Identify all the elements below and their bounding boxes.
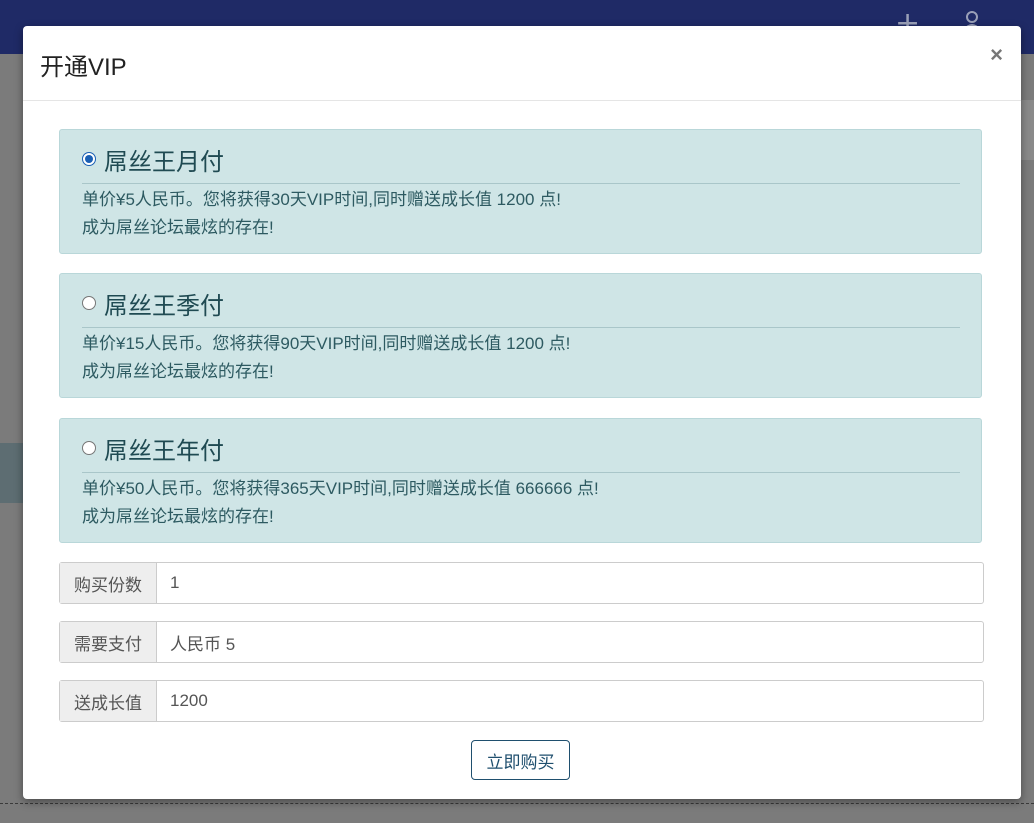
plan-price-line: 单价¥15人民币。您将获得90天VIP时间,同时赠送成长值 1200 点! bbox=[82, 334, 571, 353]
plan-divider bbox=[82, 472, 960, 473]
modal-header: 开通VIP × bbox=[23, 26, 1021, 101]
plan-description: 单价¥50人民币。您将获得365天VIP时间,同时赠送成长值 666666 点!… bbox=[82, 475, 599, 531]
radio-unchecked-icon[interactable] bbox=[82, 296, 96, 310]
background-panel-edge bbox=[1021, 100, 1034, 160]
quantity-label: 购买份数 bbox=[60, 563, 157, 603]
payment-field: 需要支付 bbox=[59, 621, 984, 663]
plan-name: 屌丝王月付 bbox=[104, 149, 224, 176]
growth-input[interactable] bbox=[157, 681, 983, 721]
vip-modal: 开通VIP × 屌丝王月付 单价¥5人民币。您将获得30天VIP时间,同时赠送成… bbox=[23, 26, 1021, 799]
background-divider bbox=[0, 803, 1034, 804]
background-strip bbox=[0, 443, 23, 503]
plan-description: 单价¥15人民币。您将获得90天VIP时间,同时赠送成长值 1200 点! 成为… bbox=[82, 330, 570, 386]
payment-input[interactable] bbox=[157, 622, 983, 662]
plan-yearly[interactable]: 屌丝王年付 单价¥50人民币。您将获得365天VIP时间,同时赠送成长值 666… bbox=[59, 418, 982, 543]
plan-tagline: 成为屌丝论坛最炫的存在! bbox=[82, 218, 274, 237]
modal-title: 开通VIP bbox=[40, 54, 127, 81]
quantity-field: 购买份数 bbox=[59, 562, 984, 604]
close-icon[interactable]: × bbox=[990, 44, 1003, 66]
growth-label: 送成长值 bbox=[60, 681, 157, 721]
plan-quarterly[interactable]: 屌丝王季付 单价¥15人民币。您将获得90天VIP时间,同时赠送成长值 1200… bbox=[59, 273, 982, 398]
plan-tagline: 成为屌丝论坛最炫的存在! bbox=[82, 362, 274, 381]
quantity-input[interactable] bbox=[157, 563, 983, 603]
plan-tagline: 成为屌丝论坛最炫的存在! bbox=[82, 507, 274, 526]
plan-name: 屌丝王年付 bbox=[104, 438, 224, 465]
radio-checked-icon[interactable] bbox=[82, 152, 96, 166]
plan-divider bbox=[82, 183, 960, 184]
radio-unchecked-icon[interactable] bbox=[82, 441, 96, 455]
payment-label: 需要支付 bbox=[60, 622, 157, 662]
plan-description: 单价¥5人民币。您将获得30天VIP时间,同时赠送成长值 1200 点! 成为屌… bbox=[82, 186, 561, 242]
buy-now-button[interactable]: 立即购买 bbox=[471, 740, 570, 780]
plan-price-line: 单价¥50人民币。您将获得365天VIP时间,同时赠送成长值 666666 点! bbox=[82, 479, 599, 498]
growth-field: 送成长值 bbox=[59, 680, 984, 722]
plan-price-line: 单价¥5人民币。您将获得30天VIP时间,同时赠送成长值 1200 点! bbox=[82, 190, 561, 209]
plan-name: 屌丝王季付 bbox=[104, 293, 224, 320]
plan-monthly[interactable]: 屌丝王月付 单价¥5人民币。您将获得30天VIP时间,同时赠送成长值 1200 … bbox=[59, 129, 982, 254]
plan-divider bbox=[82, 327, 960, 328]
